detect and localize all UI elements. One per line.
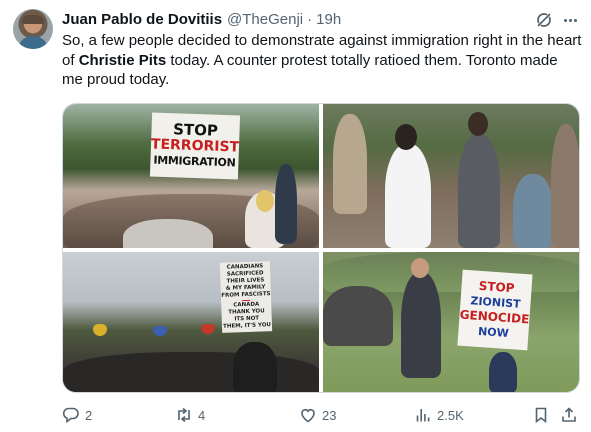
person-head (395, 124, 417, 150)
person-head (468, 112, 488, 136)
person (513, 174, 553, 248)
person (333, 114, 367, 214)
tweet-header: Juan Pablo de Dovitiis @TheGenji · 19h (62, 9, 341, 29)
share-button[interactable] (560, 405, 578, 425)
timestamp[interactable]: 19h (316, 11, 341, 28)
photo-2[interactable] (323, 104, 579, 248)
tweet: Juan Pablo de Dovitiis @TheGenji · 19h S… (0, 0, 591, 432)
person (458, 134, 500, 248)
views-icon (416, 409, 430, 422)
avatar-shirt (18, 36, 48, 49)
sign-line: STOP (172, 120, 219, 140)
protest-sign: STOP ZIONIST GENOCIDE NOW (457, 269, 533, 351)
person (233, 342, 277, 392)
views-count: 2.5K (437, 407, 464, 423)
person (385, 144, 431, 248)
person (401, 272, 441, 378)
more-icon[interactable] (560, 11, 580, 29)
bicycle-area (323, 286, 393, 346)
photo-1[interactable]: STOP TERRORIST IMMIGRATION (63, 104, 319, 248)
photo-4[interactable]: STOP ZIONIST GENOCIDE NOW (323, 252, 579, 392)
reply-count: 2 (85, 407, 93, 423)
tweet-text-location: Christie Pits (78, 51, 167, 69)
person (489, 352, 517, 392)
like-button[interactable]: 23 (299, 405, 336, 425)
flag (93, 324, 107, 336)
person (275, 164, 297, 244)
sign-line: THEM, IT'S YOU (222, 322, 272, 330)
action-bar: 2 4 23 2.5K (62, 405, 582, 425)
separator-dot: · (307, 10, 313, 28)
bookmark-button[interactable] (532, 405, 550, 425)
sign-line: NOW (477, 324, 510, 340)
like-count: 23 (322, 407, 337, 423)
flag (201, 324, 215, 334)
protest-sign: CANADIANS SACRIFICED THEIR LIVES & MY FA… (219, 261, 273, 333)
reply-button[interactable]: 2 (62, 405, 92, 425)
flag (153, 326, 167, 336)
avatar[interactable] (13, 9, 53, 49)
photo-3[interactable]: CANADIANS SACRIFICED THEIR LIVES & MY FA… (63, 252, 319, 392)
share-icon (562, 407, 576, 422)
protest-sign: STOP TERRORIST IMMIGRATION (149, 112, 241, 180)
person (123, 219, 213, 248)
views-button[interactable]: 2.5K (414, 405, 464, 425)
sign-line: IMMIGRATION (153, 153, 236, 170)
person-head (411, 258, 429, 278)
display-name[interactable]: Juan Pablo de Dovitiis (62, 11, 222, 28)
retweet-button[interactable]: 4 (175, 405, 205, 425)
crowd (63, 352, 319, 392)
tweet-text: So, a few people decided to demonstrate … (62, 31, 582, 90)
person-head (256, 190, 274, 212)
person (551, 124, 579, 248)
grok-icon[interactable] (535, 11, 553, 29)
avatar-hat (22, 15, 44, 24)
sign-line: FROM FASCISTS (221, 291, 271, 299)
media-grid: STOP TERRORIST IMMIGRATION CANADIANS SAC… (62, 103, 580, 393)
user-handle[interactable]: @TheGenji (227, 11, 303, 28)
bookmark-icon (535, 407, 547, 424)
heart-icon (301, 409, 315, 423)
retweet-count: 4 (198, 407, 206, 423)
retweet-icon (178, 407, 190, 423)
reply-icon (62, 407, 79, 424)
